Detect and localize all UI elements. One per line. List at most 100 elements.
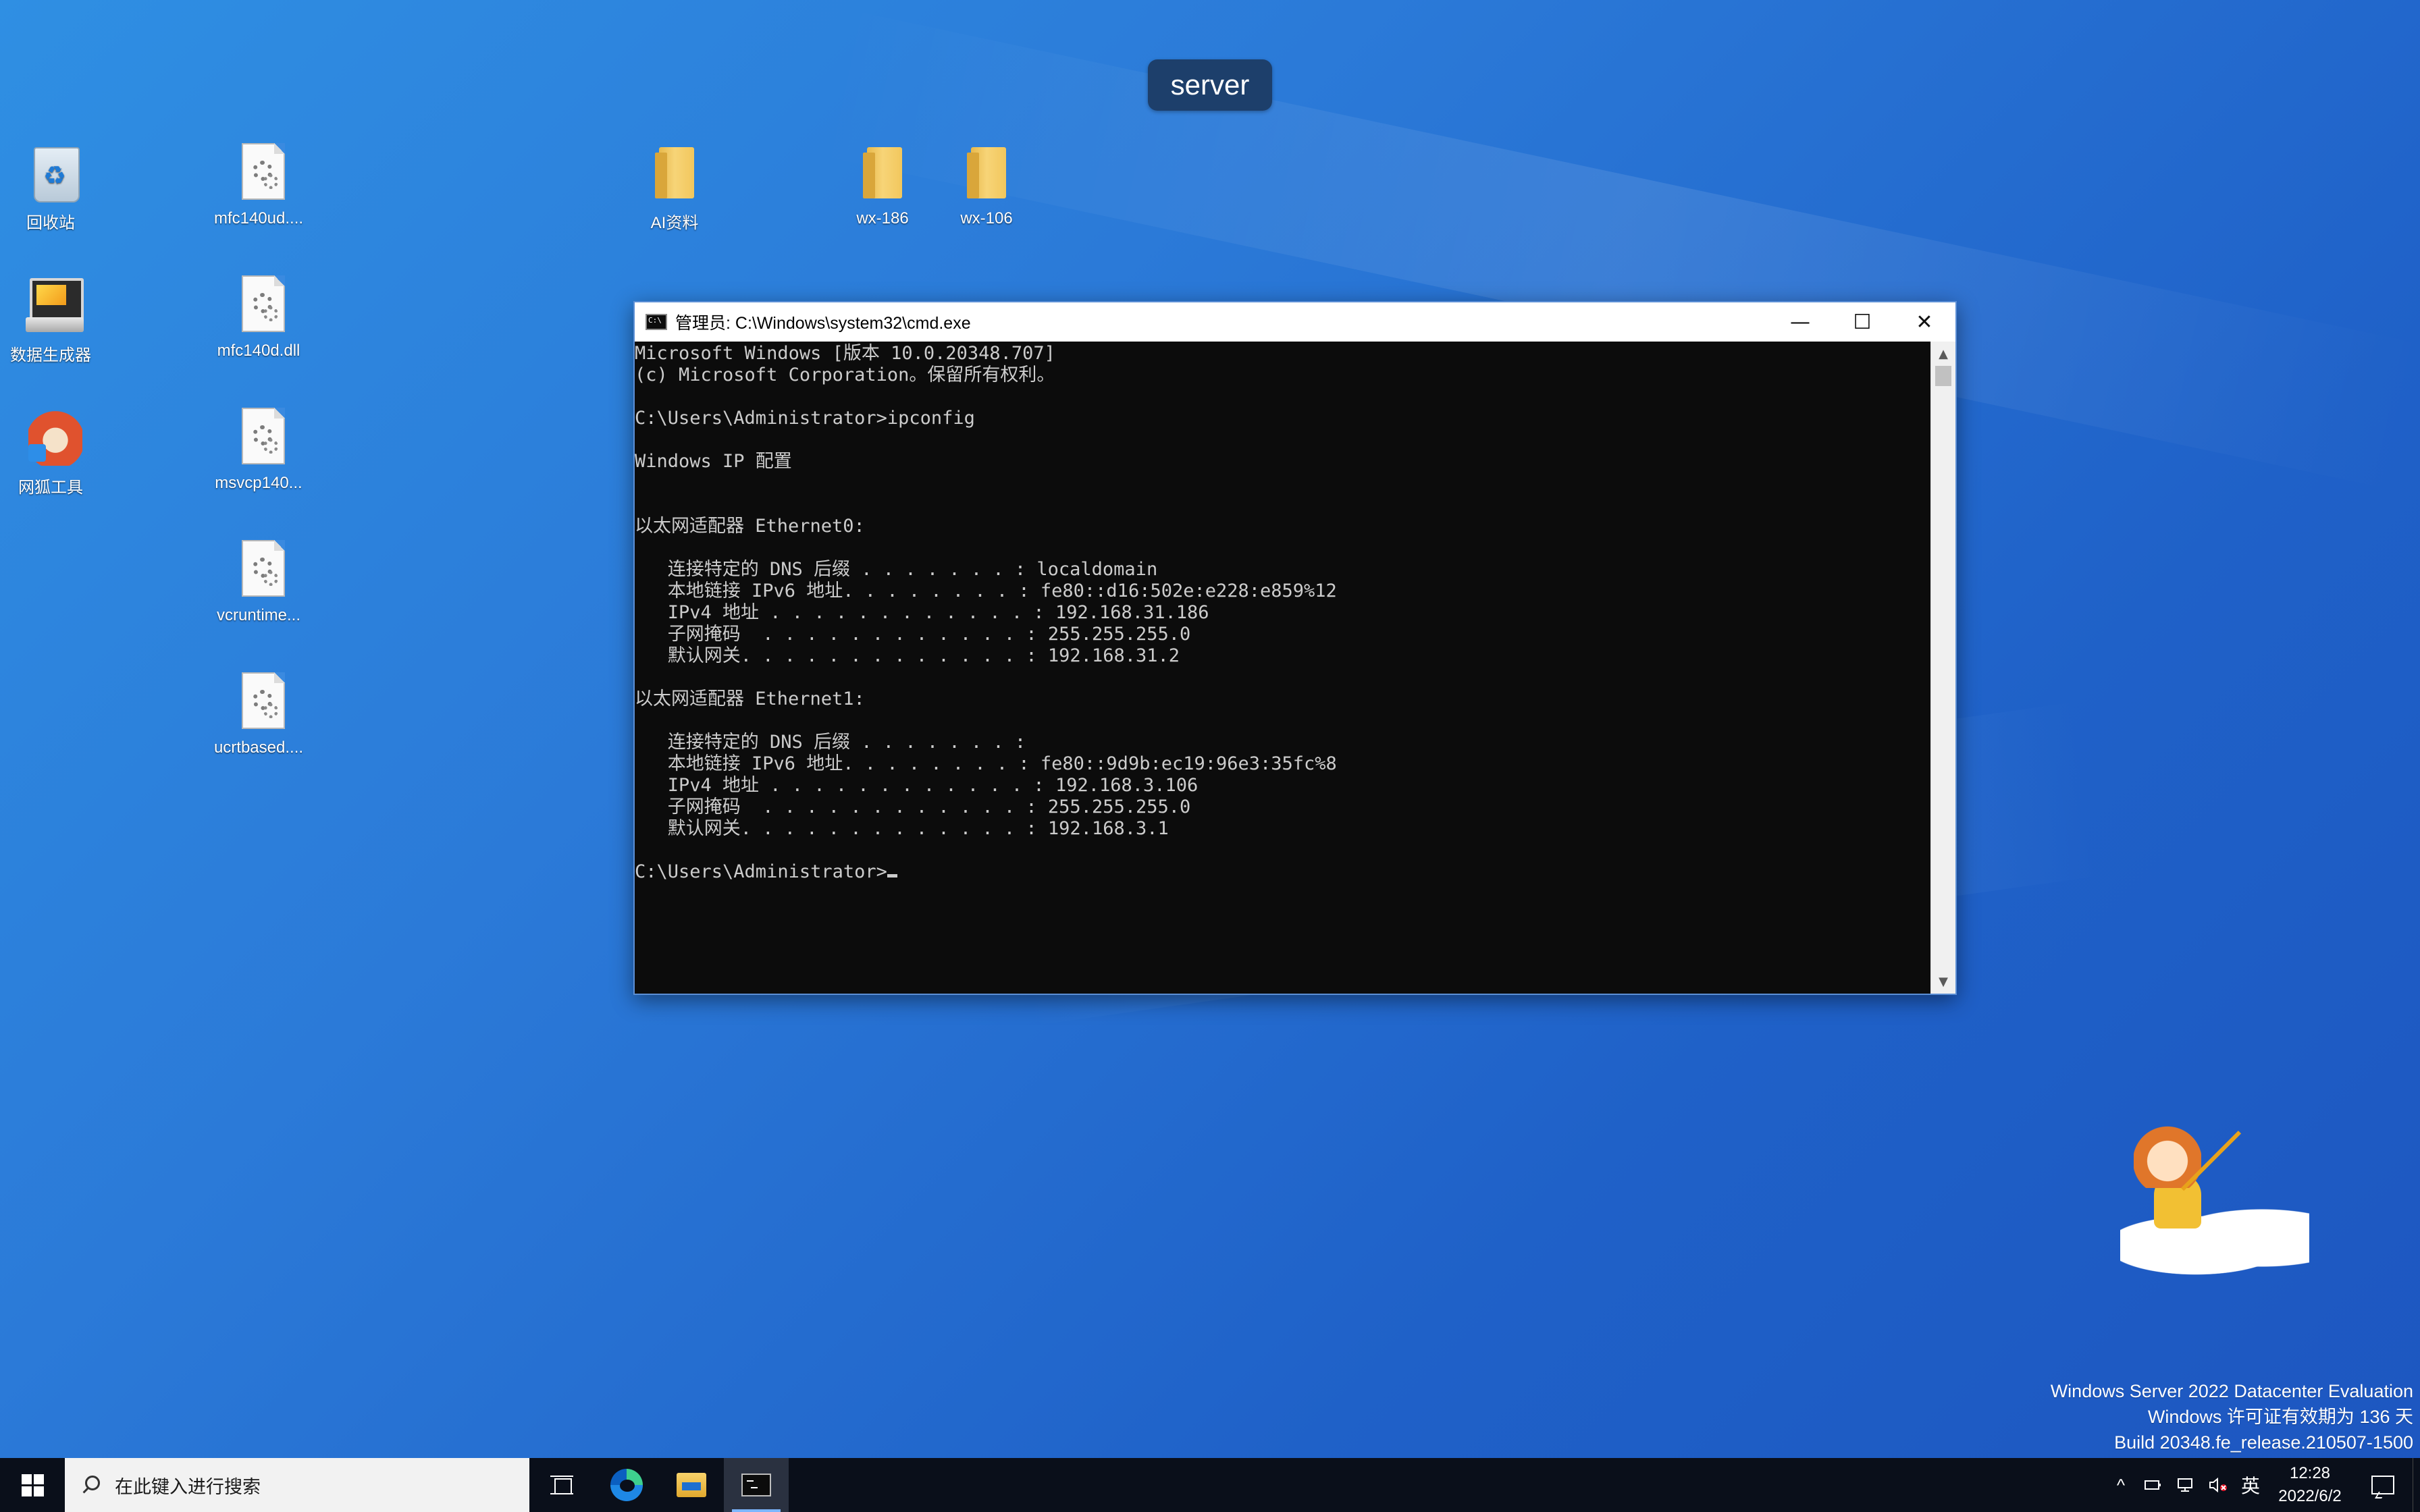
- dll-file-icon: [228, 275, 289, 336]
- desktop-icon-mfc140d[interactable]: mfc140d.dll: [194, 275, 323, 360]
- desktop-icon-mfc140ud[interactable]: mfc140ud....: [194, 143, 323, 228]
- desktop-icon-label: mfc140d.dll: [217, 342, 300, 360]
- taskbar-clock[interactable]: 12:28 2022/6/2: [2267, 1462, 2353, 1508]
- input-method-indicator[interactable]: 英: [2234, 1458, 2267, 1512]
- desktop-icon-fox-tool[interactable]: 网狐工具: [0, 408, 115, 497]
- scroll-thumb[interactable]: [1935, 366, 1951, 386]
- edge-browser-icon: [610, 1469, 643, 1501]
- dll-file-icon: [228, 540, 289, 601]
- close-button[interactable]: ✕: [1893, 302, 1955, 342]
- watermark-license: Windows 许可证有效期为 136 天: [2147, 1407, 2413, 1427]
- console-line: Microsoft Windows [版本 10.0.20348.707]: [635, 343, 1055, 364]
- folder-icon: [852, 143, 913, 204]
- show-desktop-button[interactable]: [2413, 1458, 2420, 1512]
- console-line: 本地链接 IPv6 地址. . . . . . . . : fe80::9d9b…: [635, 753, 1337, 774]
- console-line: 默认网关. . . . . . . . . . . . . : 192.168.…: [635, 818, 1169, 839]
- folder-icon: [956, 143, 1017, 204]
- file-explorer-icon: [677, 1473, 706, 1497]
- desktop-icon-label: mfc140ud....: [213, 209, 304, 227]
- console-line: IPv4 地址 . . . . . . . . . . . . : 192.16…: [635, 775, 1199, 796]
- dll-file-icon: [228, 143, 289, 204]
- desktop-icon-label: ucrtbased....: [213, 738, 304, 757]
- console-line: 以太网适配器 Ethernet0:: [635, 516, 865, 537]
- volume-muted-icon[interactable]: [2202, 1458, 2234, 1512]
- start-button[interactable]: [0, 1458, 65, 1512]
- task-view-icon: [550, 1476, 573, 1494]
- desktop-icon-vcruntime[interactable]: vcruntime...: [194, 540, 323, 625]
- notification-center-button[interactable]: [2353, 1458, 2413, 1512]
- taskbar-cmd-button[interactable]: [724, 1458, 789, 1512]
- console-line: Windows IP 配置: [635, 451, 792, 472]
- desktop-icon-label: wx-106: [960, 209, 1013, 227]
- desktop-icon-label: AI资料: [650, 214, 699, 232]
- taskbar-file-explorer-button[interactable]: [659, 1458, 724, 1512]
- notification-icon: [2371, 1476, 2394, 1494]
- desktop-icon-data-generator[interactable]: 数据生成器: [0, 275, 115, 365]
- desktop-icon-label: vcruntime...: [216, 606, 301, 624]
- maximize-button[interactable]: ☐: [1831, 302, 1893, 342]
- console-line: 以太网适配器 Ethernet1:: [635, 688, 865, 709]
- clock-time: 12:28: [2289, 1464, 2331, 1482]
- desktop-icon-ucrtbased[interactable]: ucrtbased....: [194, 672, 323, 757]
- desktop-icon-msvcp140[interactable]: msvcp140...: [194, 408, 323, 493]
- desktop-icon-ai-folder[interactable]: AI资料: [610, 143, 739, 233]
- dll-file-icon: [228, 672, 289, 733]
- show-hidden-icons-chevron-icon[interactable]: ^: [2105, 1458, 2137, 1512]
- cmd-console-output[interactable]: Microsoft Windows [版本 10.0.20348.707] (c)…: [635, 342, 1931, 994]
- desktop-icon-label: 回收站: [26, 214, 75, 232]
- task-view-button[interactable]: [529, 1458, 594, 1512]
- cmd-app-icon[interactable]: [646, 314, 667, 330]
- dll-file-icon: [228, 408, 289, 468]
- cloud-icon: [2120, 1208, 2309, 1282]
- window-controls: — ☐ ✕: [1769, 302, 1955, 342]
- console-line: (c) Microsoft Corporation。保留所有权利。: [635, 364, 1055, 385]
- console-line: C:\Users\Administrator>ipconfig: [635, 408, 975, 429]
- console-line: 本地链接 IPv6 地址. . . . . . . . : fe80::d16:…: [635, 580, 1337, 601]
- windows-watermark: Windows Server 2022 Datacenter Evaluatio…: [2051, 1378, 2413, 1455]
- monkey-mascot-widget[interactable]: [2120, 1107, 2309, 1289]
- taskbar-edge-button[interactable]: [594, 1458, 659, 1512]
- desktop-icon-label: msvcp140...: [215, 474, 302, 492]
- scroll-up-icon[interactable]: ▲: [1931, 342, 1955, 366]
- cmd-window[interactable]: 管理员: C:\Windows\system32\cmd.exe — ☐ ✕ M…: [633, 301, 1957, 995]
- console-line: C:\Users\Administrator>: [635, 861, 1931, 883]
- watermark-edition: Windows Server 2022 Datacenter Evaluatio…: [2050, 1381, 2413, 1401]
- console-line: 子网掩码 . . . . . . . . . . . . : 255.255.2…: [635, 796, 1191, 817]
- console-line: 子网掩码 . . . . . . . . . . . . : 255.255.2…: [635, 624, 1191, 645]
- console-line: IPv4 地址 . . . . . . . . . . . . : 192.16…: [635, 602, 1209, 623]
- console-line: 连接特定的 DNS 后缀 . . . . . . . :: [635, 732, 1026, 753]
- taskbar-search-box[interactable]: 在此键入进行搜索: [65, 1458, 529, 1512]
- network-icon[interactable]: [2169, 1458, 2202, 1512]
- console-line: 连接特定的 DNS 后缀 . . . . . . . : localdomain: [635, 559, 1158, 580]
- command-prompt-icon: [741, 1474, 771, 1496]
- search-icon: [81, 1476, 100, 1494]
- clock-date: 2022/6/2: [2278, 1487, 2342, 1505]
- taskbar: 在此键入进行搜索 ^ 英 12:28 2022/6/2: [0, 1458, 2420, 1512]
- cmd-titlebar[interactable]: 管理员: C:\Windows\system32\cmd.exe — ☐ ✕: [635, 302, 1955, 342]
- desktop: server 回收站 数据生成器 网狐工具 mfc140ud.... mfc14…: [0, 0, 2420, 1512]
- search-placeholder: 在此键入进行搜索: [115, 1476, 261, 1497]
- cmd-window-title: 管理员: C:\Windows\system32\cmd.exe: [675, 314, 971, 333]
- system-tray: ^ 英 12:28 2022/6/2: [2105, 1458, 2420, 1512]
- battery-icon[interactable]: [2137, 1458, 2169, 1512]
- watermark-build: Build 20348.fe_release.210507-1500: [2114, 1432, 2413, 1453]
- minimize-button[interactable]: —: [1769, 302, 1831, 342]
- cmd-scrollbar[interactable]: ▲ ▼: [1930, 342, 1955, 994]
- scroll-down-icon[interactable]: ▼: [1931, 969, 1955, 994]
- desktop-icon-wx-106[interactable]: wx-106: [922, 143, 1051, 228]
- desktop-icon-recycle-bin[interactable]: 回收站: [0, 143, 115, 233]
- computer-shortcut-icon: [20, 275, 84, 336]
- text-cursor: [887, 874, 897, 878]
- server-name-badge: server: [1148, 59, 1272, 111]
- console-line: 默认网关. . . . . . . . . . . . . : 192.168.…: [635, 645, 1180, 666]
- fox-tool-icon: [20, 408, 82, 468]
- folder-icon: [644, 143, 705, 204]
